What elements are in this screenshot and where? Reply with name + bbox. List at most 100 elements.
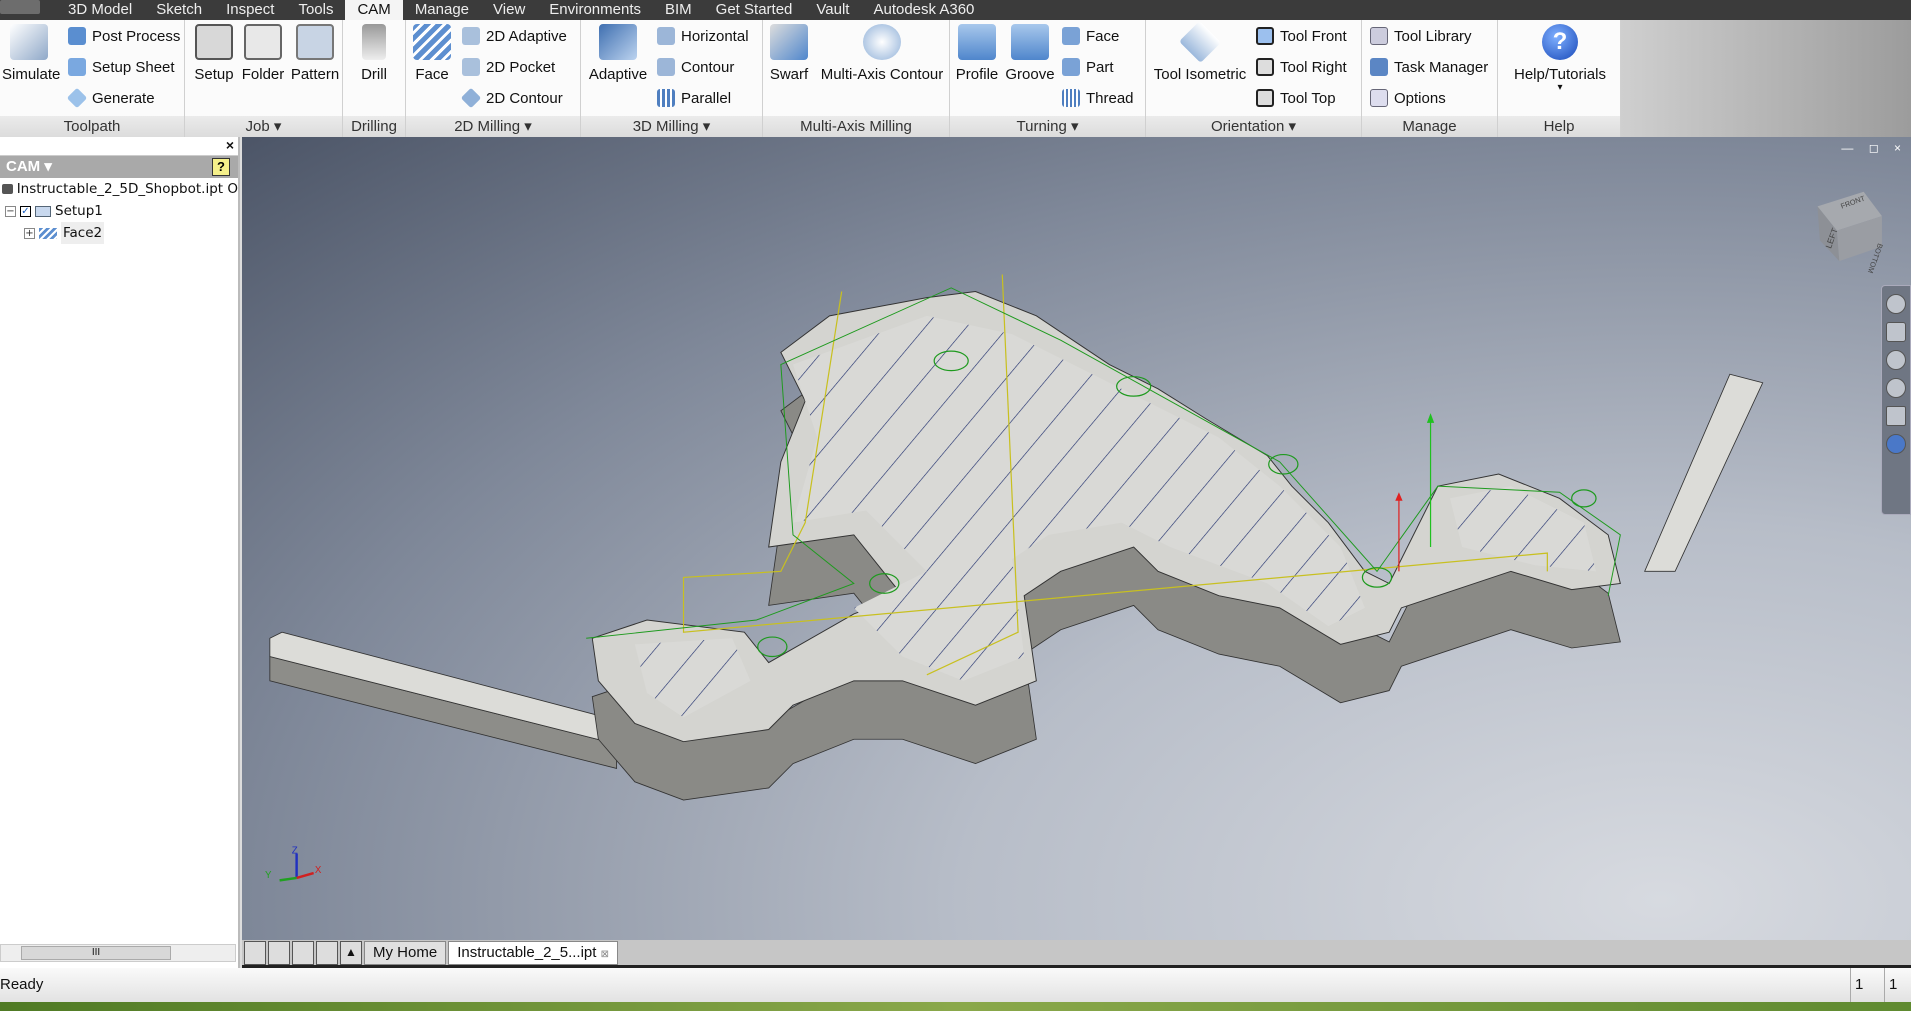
group-turning: Profile Groove Face Part Thread Turning … (950, 20, 1146, 137)
zoom-icon[interactable] (1886, 350, 1906, 370)
tab-vault[interactable]: Vault (804, 0, 861, 20)
drill-button[interactable]: Drill (349, 24, 399, 83)
parallel-icon (657, 89, 675, 107)
expand-icon[interactable]: + (24, 227, 35, 239)
tree-item-root[interactable]: Instructable_2_5D_Shopbot.ipt O (0, 178, 238, 200)
pattern-icon (296, 24, 334, 60)
setup-icon (195, 24, 233, 60)
tool-library-button[interactable]: Tool Library (1370, 24, 1472, 48)
doc-tab-my-home[interactable]: My Home (364, 941, 447, 965)
part-model (269, 291, 1764, 801)
multi-axis-contour-button[interactable]: Multi-Axis Contour (817, 24, 947, 83)
3d-viewport[interactable]: — ◻ × ZXY LEFT FRONT BOTTOM (242, 137, 1911, 940)
group-label[interactable]: Turning ▾ (950, 116, 1145, 137)
group-label[interactable]: 2D Milling ▾ (406, 116, 580, 137)
parallel-button[interactable]: Parallel (657, 86, 731, 110)
tool-isometric-button[interactable]: Tool Isometric (1150, 21, 1250, 83)
doc-tab-part[interactable]: Instructable_2_5...ipt ⊠ (448, 941, 619, 965)
cascade-windows-icon[interactable] (244, 941, 266, 965)
group-label[interactable]: Job ▾ (185, 116, 342, 137)
collapse-icon[interactable]: − (5, 205, 16, 217)
profile-button[interactable]: Profile (952, 24, 1002, 83)
contour-icon (657, 58, 675, 76)
group-drilling: Drill Drilling (343, 20, 406, 137)
application-menu-button[interactable] (0, 0, 40, 14)
horizontal-scrollbar[interactable]: III (0, 944, 236, 962)
steering-wheel-icon[interactable] (1886, 294, 1906, 314)
setup-sheet-button[interactable]: Setup Sheet (68, 55, 175, 79)
post-process-button[interactable]: Post Process (68, 24, 180, 48)
tree-item-setup[interactable]: − ✓ Setup1 (0, 200, 238, 222)
tile-windows-icon[interactable] (268, 941, 290, 965)
scrollbar-thumb[interactable]: III (21, 946, 171, 960)
tab-manage[interactable]: Manage (403, 0, 481, 20)
isometric-cube-icon (1179, 21, 1221, 63)
face-button[interactable]: Face (410, 24, 454, 83)
close-panel-button[interactable]: × (226, 137, 234, 153)
group-label[interactable]: Orientation ▾ (1146, 116, 1361, 137)
2d-pocket-button[interactable]: 2D Pocket (462, 55, 555, 79)
groove-button[interactable]: Groove (1004, 24, 1056, 83)
post-process-icon (68, 27, 86, 45)
horizontal-button[interactable]: Horizontal (657, 24, 749, 48)
tree-item-face2[interactable]: + Face2 (0, 222, 238, 244)
task-manager-button[interactable]: Task Manager (1370, 55, 1488, 79)
turning-face-button[interactable]: Face (1062, 24, 1119, 48)
options-button[interactable]: Options (1370, 86, 1446, 110)
status-text: Ready (0, 976, 44, 993)
panel-grip[interactable]: × (0, 137, 238, 156)
generate-button[interactable]: Generate (66, 86, 155, 110)
setup-button[interactable]: Setup (191, 24, 237, 83)
tab-bim[interactable]: BIM (653, 0, 704, 20)
part-button[interactable]: Part (1062, 55, 1114, 79)
2d-contour-button[interactable]: 2D Contour (460, 86, 563, 110)
ribbon-tab-bar: 3D Model Sketch Inspect Tools CAM Manage… (0, 0, 1911, 20)
checkbox[interactable]: ✓ (20, 205, 31, 217)
profile-icon (958, 24, 996, 60)
thread-button[interactable]: Thread (1062, 86, 1134, 110)
setup-sheet-icon (68, 58, 86, 76)
tab-a360[interactable]: Autodesk A360 (861, 0, 986, 20)
look-at-icon[interactable] (1886, 406, 1906, 426)
tab-get-started[interactable]: Get Started (704, 0, 805, 20)
face-mill-icon (413, 24, 451, 60)
tool-right-button[interactable]: Tool Right (1256, 55, 1347, 79)
status-count-1: 1 (1850, 968, 1863, 1002)
simulate-button[interactable]: Simulate (2, 24, 60, 83)
adaptive-button[interactable]: Adaptive (585, 24, 651, 83)
thread-icon (1062, 89, 1080, 107)
help-icon[interactable]: ? (212, 158, 230, 176)
contour-button[interactable]: Contour (657, 55, 734, 79)
view-face-icon[interactable] (1886, 434, 1906, 454)
group-toolpath: Simulate Post Process Setup Sheet Genera… (0, 20, 185, 137)
close-tab-icon[interactable]: ⊠ (601, 949, 609, 960)
tool-top-button[interactable]: Tool Top (1256, 86, 1336, 110)
viewcube[interactable]: LEFT FRONT BOTTOM (1817, 191, 1885, 275)
setup-folder-icon (35, 205, 51, 217)
help-tutorials-button[interactable]: ? Help/Tutorials ▾ (1504, 24, 1616, 93)
tab-view[interactable]: View (481, 0, 537, 20)
help-icon: ? (1542, 24, 1578, 60)
tile-vertical-icon[interactable] (316, 941, 338, 965)
2d-adaptive-button[interactable]: 2D Adaptive (462, 24, 567, 48)
tab-3d-model[interactable]: 3D Model (56, 0, 144, 20)
group-label[interactable]: 3D Milling ▾ (581, 116, 762, 137)
swarf-button[interactable]: Swarf (767, 24, 811, 83)
browser-title-dropdown[interactable]: CAM ▾ (6, 158, 52, 175)
generate-icon (66, 87, 88, 109)
tab-tools[interactable]: Tools (286, 0, 345, 20)
pattern-button[interactable]: Pattern (289, 24, 341, 83)
tile-horizontal-icon[interactable] (292, 941, 314, 965)
part-icon (2, 184, 13, 194)
tab-sketch[interactable]: Sketch (144, 0, 214, 20)
tab-environments[interactable]: Environments (537, 0, 653, 20)
groove-icon (1011, 24, 1049, 60)
orbit-icon[interactable] (1886, 378, 1906, 398)
folder-button[interactable]: Folder (240, 24, 286, 83)
tab-inspect[interactable]: Inspect (214, 0, 286, 20)
tool-front-button[interactable]: Tool Front (1256, 24, 1347, 48)
tab-cam[interactable]: CAM (345, 0, 403, 20)
tool-library-icon (1370, 27, 1388, 45)
pan-hand-icon[interactable] (1886, 322, 1906, 342)
tab-list-arrow-icon[interactable]: ▲ (340, 941, 362, 965)
